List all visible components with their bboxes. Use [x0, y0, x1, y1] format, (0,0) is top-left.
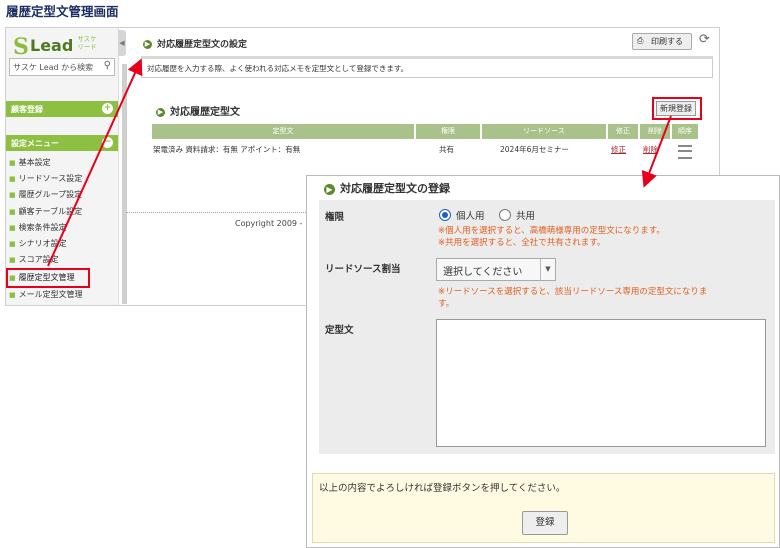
annotation-arrows — [47, 58, 672, 267]
arrow-to-dialog — [641, 115, 672, 188]
arrow-to-list — [47, 58, 143, 267]
